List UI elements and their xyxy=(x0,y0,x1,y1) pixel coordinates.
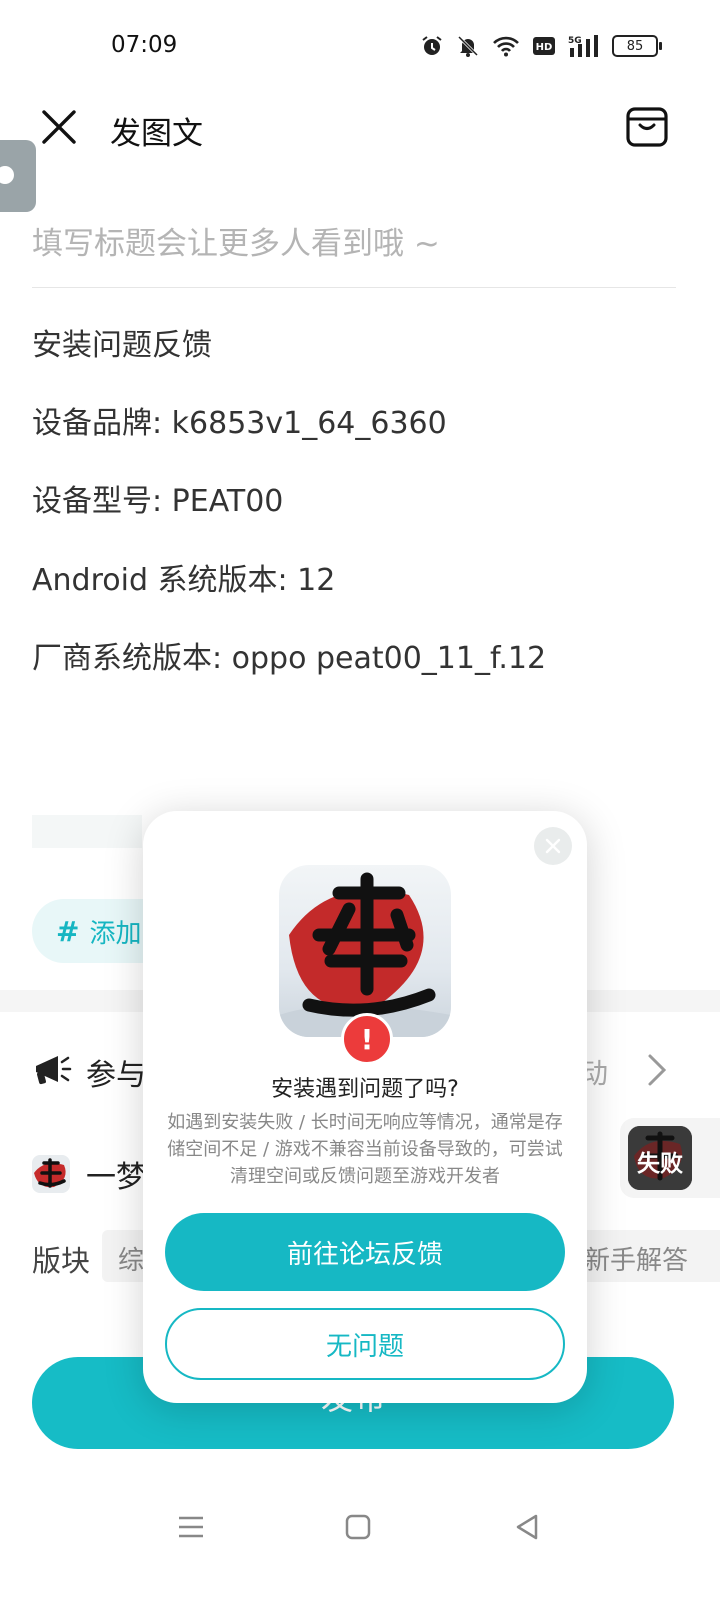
game-icon: 失败 xyxy=(628,1126,692,1190)
no-problem-button[interactable]: 无问题 xyxy=(165,1308,565,1380)
section-chip[interactable]: 新手解答 xyxy=(568,1230,720,1282)
drafts-box-icon[interactable] xyxy=(625,105,669,149)
wifi-icon xyxy=(493,36,519,57)
dialog-title: 安装遇到问题了吗? xyxy=(271,1077,459,1102)
alert-icon: ! xyxy=(341,1013,393,1065)
install-problem-dialog: ! 安装遇到问题了吗? 如遇到安装失败 / 长时间无响应等情况，通常是存储空间不… xyxy=(143,811,587,1403)
add-topic-label: 添加 xyxy=(89,918,142,949)
chevron-right-icon[interactable] xyxy=(645,1053,669,1087)
title-input[interactable]: 填写标题会让更多人看到哦 ~ xyxy=(32,218,672,263)
divider xyxy=(32,287,676,288)
game-thumbnail xyxy=(32,1155,70,1193)
dialog-description: 如遇到安装失败 / 长时间无响应等情况，通常是存储空间不足 / 游戏不兼容当前设… xyxy=(167,1112,563,1187)
signal-5g-icon: 5G xyxy=(568,35,598,57)
status-time: 07:09 xyxy=(111,32,178,58)
mute-bell-icon xyxy=(457,35,479,57)
body-text-line[interactable]: 安装问题反馈 xyxy=(32,320,212,364)
install-status-card[interactable]: 失败 xyxy=(620,1118,720,1198)
megaphone-icon xyxy=(36,1056,72,1085)
status-icons: HD 5G 85 xyxy=(420,34,662,58)
menu-icon[interactable] xyxy=(174,1510,208,1544)
page-title: 发图文 xyxy=(110,116,203,152)
battery-indicator: 85 xyxy=(612,35,662,57)
alarm-icon xyxy=(422,36,442,55)
body-text-line[interactable]: 设备型号: PEAT00 xyxy=(32,476,283,520)
game-name[interactable]: 一梦 xyxy=(86,1152,146,1196)
hash-icon: # xyxy=(56,914,80,948)
dialog-close-button[interactable] xyxy=(534,827,572,865)
home-icon[interactable] xyxy=(341,1510,375,1544)
body-text-line[interactable]: Android 系统版本: 12 xyxy=(32,555,335,599)
install-failed-label: 失败 xyxy=(637,1151,683,1177)
section-label: 版块 xyxy=(32,1244,91,1278)
body-text-line[interactable]: 设备品牌: k6853v1_64_6360 xyxy=(32,398,447,442)
close-icon xyxy=(545,838,561,854)
join-activity-label[interactable]: 参与 xyxy=(86,1050,146,1094)
goto-forum-feedback-button[interactable]: 前往论坛反馈 xyxy=(165,1213,565,1291)
game-icon xyxy=(279,865,451,1037)
back-icon[interactable] xyxy=(510,1510,544,1544)
svg-text:HD: HD xyxy=(536,42,553,53)
image-upload-area[interactable] xyxy=(32,815,142,848)
close-icon[interactable] xyxy=(40,108,78,146)
floating-ball[interactable] xyxy=(0,140,36,212)
body-text-line[interactable]: 厂商系统版本: oppo peat00_11_f.12 xyxy=(32,633,546,677)
hd-icon: HD xyxy=(533,37,555,55)
